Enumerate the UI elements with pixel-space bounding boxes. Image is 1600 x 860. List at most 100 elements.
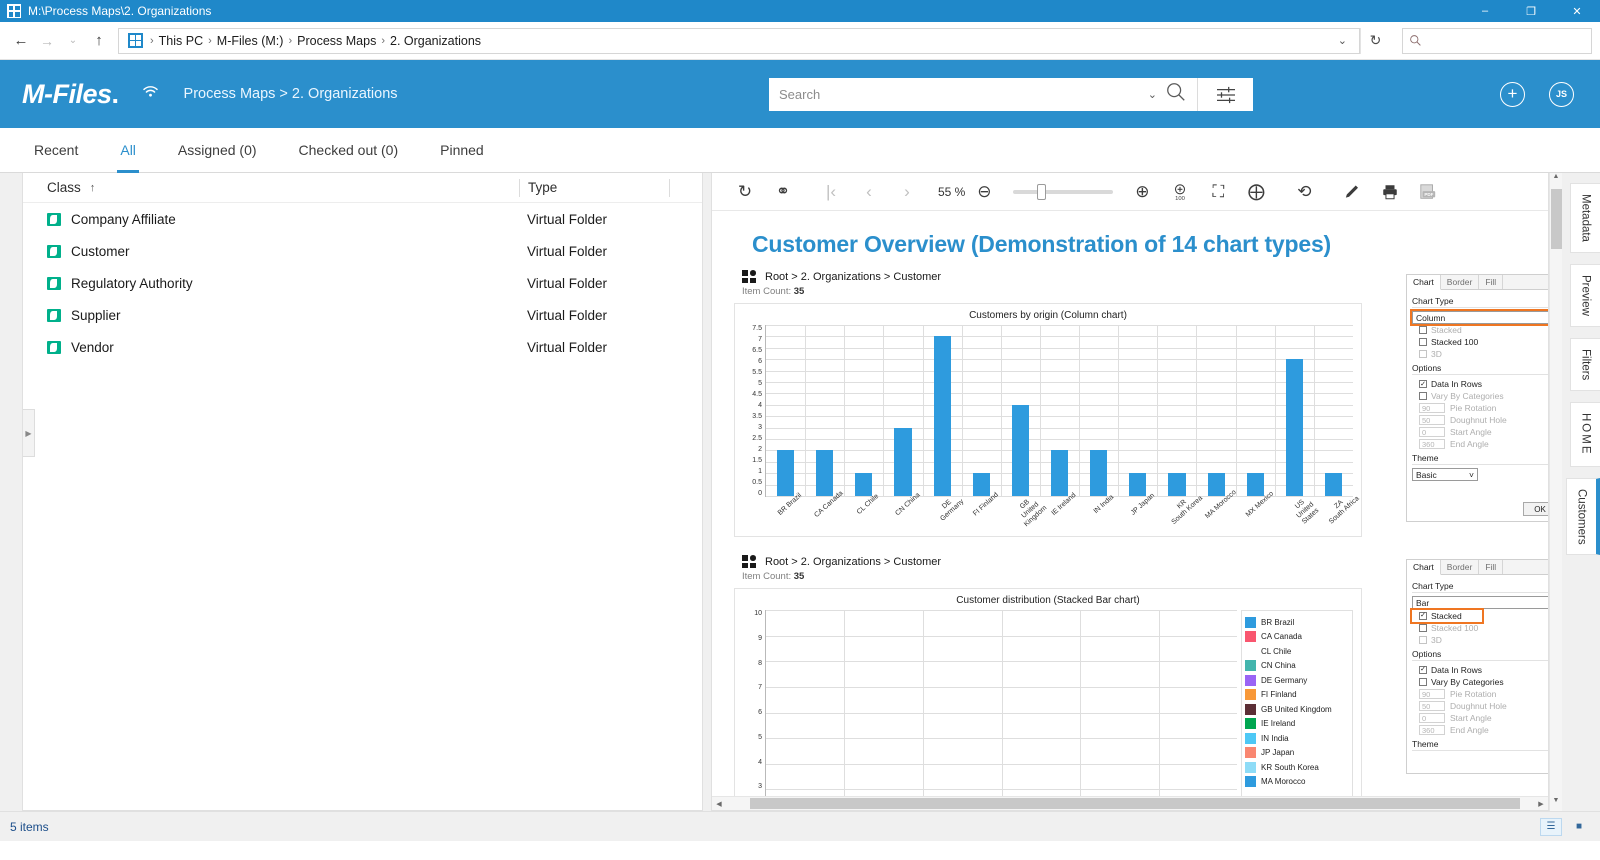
up-button[interactable]: ↑ xyxy=(86,28,112,54)
sidebar-tab-home[interactable]: HOME xyxy=(1570,402,1600,467)
scroll-left-arrow[interactable]: ◀ xyxy=(712,800,726,808)
data-in-rows-checkbox-2[interactable]: ✓ Data In Rows xyxy=(1412,664,1548,676)
tab-checked-out[interactable]: Checked out (0) xyxy=(299,128,399,173)
minimize-button[interactable]: – xyxy=(1462,0,1508,22)
options-tab-chart-2[interactable]: Chart xyxy=(1407,560,1441,575)
sidebar-tab-customers[interactable]: Customers xyxy=(1566,478,1600,556)
column-header-type[interactable]: Type xyxy=(519,179,669,197)
stacked-checkbox-1[interactable]: Stacked xyxy=(1412,324,1548,336)
breadcrumb-item-process-maps[interactable]: Process Maps xyxy=(294,34,379,48)
fit-width-button[interactable]: ⨁ xyxy=(1237,177,1275,207)
zoom-out-button[interactable]: ⊖ xyxy=(965,177,1003,207)
scroll-down-arrow[interactable]: ▼ xyxy=(1553,797,1560,811)
search-filters-button[interactable] xyxy=(1197,78,1253,111)
stacked-100-checkbox-1[interactable]: Stacked 100 xyxy=(1412,336,1548,348)
options-tab-chart-1[interactable]: Chart xyxy=(1407,275,1441,290)
data-in-rows-checkbox-1[interactable]: ✓ Data In Rows xyxy=(1412,378,1548,390)
sidebar-tab-filters[interactable]: Filters xyxy=(1570,338,1600,391)
bar[interactable] xyxy=(973,473,990,496)
chart-options-panel-2[interactable]: Chart Border Fill Chart Type Bar ˅ xyxy=(1406,559,1548,774)
start-angle-field-1[interactable]: 0 Start Angle xyxy=(1412,426,1548,438)
preview-scroll-area[interactable]: Customer Overview (Demonstration of 14 c… xyxy=(712,211,1548,796)
bar[interactable] xyxy=(1208,473,1225,496)
breadcrumb-bar[interactable]: › This PC › M-Files (M:) › Process Maps … xyxy=(118,28,1360,54)
chart-type-select-2[interactable]: Bar ˅ xyxy=(1412,596,1548,609)
chart-type-select-1[interactable]: Column ˅ xyxy=(1412,311,1548,324)
pie-rotation-field-1[interactable]: 90 Pie Rotation xyxy=(1412,402,1548,414)
bar[interactable] xyxy=(1168,473,1185,496)
bar[interactable] xyxy=(777,450,794,496)
maximize-button[interactable]: ❐ xyxy=(1508,0,1554,22)
bar[interactable] xyxy=(1247,473,1264,496)
forward-button[interactable]: → xyxy=(34,28,60,54)
explorer-search-input[interactable] xyxy=(1402,28,1592,54)
stacked-checkbox-2[interactable]: ✓ Stacked xyxy=(1412,610,1482,622)
options-tab-fill-1[interactable]: Fill xyxy=(1479,275,1503,289)
refresh-preview-button[interactable]: ↻ xyxy=(726,177,764,207)
pie-rotation-field-2[interactable]: 90 Pie Rotation xyxy=(1412,688,1548,700)
first-page-button[interactable]: |‹ xyxy=(812,177,850,207)
mfiles-search-input[interactable]: Search ⌄ xyxy=(769,78,1197,111)
sidebar-tab-metadata[interactable]: Metadata xyxy=(1570,183,1600,253)
zoom-in-button[interactable]: ⊕ xyxy=(1123,177,1161,207)
bar[interactable] xyxy=(934,336,951,496)
bar[interactable] xyxy=(1286,359,1303,496)
back-button[interactable]: ← xyxy=(8,28,34,54)
table-row[interactable]: Company Affiliate Virtual Folder xyxy=(23,203,702,235)
bar[interactable] xyxy=(1090,450,1107,496)
bar[interactable] xyxy=(1012,405,1029,496)
vary-by-categories-checkbox-2[interactable]: Vary By Categories xyxy=(1412,676,1548,688)
close-button[interactable]: ✕ xyxy=(1554,0,1600,22)
vertical-scrollbar[interactable]: ▲ ▼ xyxy=(1549,173,1562,811)
breadcrumb-item-mfiles-drive[interactable]: M-Files (M:) xyxy=(214,34,287,48)
avatar[interactable]: JS xyxy=(1549,82,1574,107)
table-row[interactable]: Vendor Virtual Folder xyxy=(23,331,702,363)
zoom-slider-knob[interactable] xyxy=(1037,184,1046,200)
next-page-button[interactable]: › xyxy=(888,177,926,207)
bar[interactable] xyxy=(1051,450,1068,496)
table-row[interactable]: Customer Virtual Folder xyxy=(23,235,702,267)
link-button[interactable]: ⚭ xyxy=(764,177,802,207)
refresh-button[interactable]: ↻ xyxy=(1360,28,1390,54)
table-row[interactable]: Supplier Virtual Folder xyxy=(23,299,702,331)
tab-assigned[interactable]: Assigned (0) xyxy=(178,128,257,173)
tab-all[interactable]: All xyxy=(120,128,136,173)
end-angle-field-1[interactable]: 360 End Angle xyxy=(1412,438,1548,450)
large-icons-view-button[interactable]: ■ xyxy=(1568,818,1590,836)
3d-checkbox-2[interactable]: 3D xyxy=(1412,634,1548,646)
fit-page-button[interactable]: ⛶ xyxy=(1199,177,1237,207)
chart-options-panel-1[interactable]: Chart Border Fill Chart Type Column ˅ xyxy=(1406,274,1548,522)
breadcrumb-item-organizations[interactable]: 2. Organizations xyxy=(387,34,484,48)
sidebar-tab-preview[interactable]: Preview xyxy=(1570,264,1600,327)
options-tab-fill-2[interactable]: Fill xyxy=(1479,560,1503,574)
chevron-down-icon[interactable]: ⌄ xyxy=(1140,88,1165,101)
history-button[interactable]: ⟲ xyxy=(1285,177,1323,207)
previous-page-button[interactable]: ‹ xyxy=(850,177,888,207)
collapse-pane-handle[interactable]: ▶ xyxy=(23,409,35,457)
search-icon[interactable] xyxy=(1165,81,1187,109)
chevron-down-icon[interactable]: ⌄ xyxy=(1330,34,1355,47)
start-angle-field-2[interactable]: 0 Start Angle xyxy=(1412,712,1548,724)
scroll-up-arrow[interactable]: ▲ xyxy=(1553,173,1560,187)
print-button[interactable] xyxy=(1371,177,1409,207)
hscroll-thumb[interactable] xyxy=(750,798,1520,809)
vscroll-thumb[interactable] xyxy=(1551,189,1562,249)
tab-recent[interactable]: Recent xyxy=(34,128,78,173)
column-header-class[interactable]: Class ↑ xyxy=(23,180,519,195)
details-view-button[interactable]: ☰ xyxy=(1540,818,1562,836)
hscroll-track[interactable] xyxy=(726,798,1534,809)
table-row[interactable]: Regulatory Authority Virtual Folder xyxy=(23,267,702,299)
doughnut-hole-field-2[interactable]: 50 Doughnut Hole xyxy=(1412,700,1548,712)
edit-button[interactable] xyxy=(1333,177,1371,207)
breadcrumb-item-this-pc[interactable]: This PC xyxy=(156,34,206,48)
recent-locations-button[interactable]: ⌄ xyxy=(60,28,86,54)
theme-select-1[interactable]: Basic ˅ xyxy=(1412,468,1478,481)
scroll-right-arrow[interactable]: ▶ xyxy=(1534,800,1548,808)
bar[interactable] xyxy=(1129,473,1146,496)
3d-checkbox-1[interactable]: 3D xyxy=(1412,348,1548,360)
horizontal-scrollbar[interactable]: ◀ ▶ xyxy=(712,796,1548,810)
options-tab-border-1[interactable]: Border xyxy=(1441,275,1480,289)
stacked-100-checkbox-2[interactable]: Stacked 100 xyxy=(1412,622,1548,634)
ok-button-1[interactable]: OK xyxy=(1523,502,1548,516)
zoom-slider[interactable] xyxy=(1013,190,1113,194)
